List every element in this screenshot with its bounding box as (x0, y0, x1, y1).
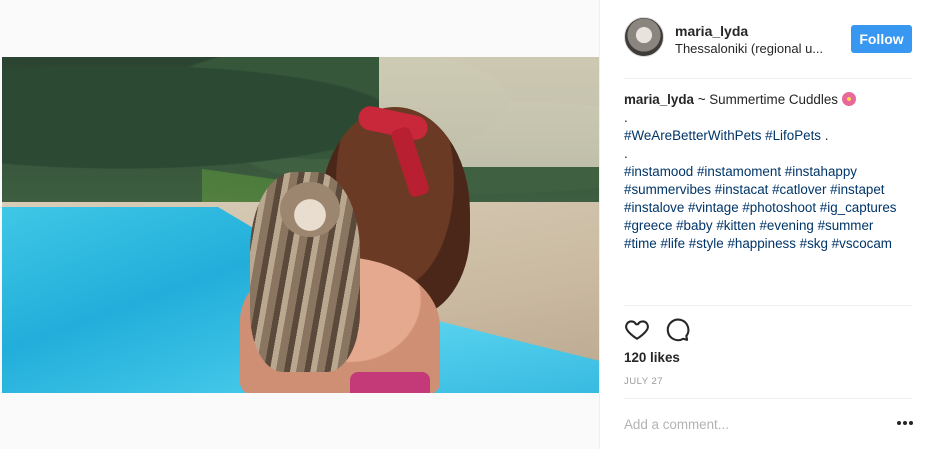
caption-hashtags[interactable]: #summervibes #instacat #catlover #instap… (624, 181, 916, 199)
post-actions (624, 316, 704, 342)
caption-line: . (624, 146, 628, 161)
post-photo[interactable] (2, 57, 599, 393)
photo-kitten-face (280, 182, 340, 237)
caption-hashtags[interactable]: #time #life #style #happiness #skg #vsco… (624, 235, 916, 253)
caption-username[interactable]: maria_lyda (624, 92, 694, 107)
location-link[interactable]: Thessaloniki (regional u... (675, 41, 845, 56)
comment-divider (624, 398, 912, 399)
caption-line: #WeAreBetterWithPets #LifoPets . (624, 127, 916, 145)
hibiscus-flower-icon (841, 91, 857, 107)
caption-hashtags[interactable]: #WeAreBetterWithPets #LifoPets (624, 128, 821, 143)
caption-hashtags[interactable]: #instamood #instamoment #instahappy (624, 163, 916, 181)
post-caption: maria_lyda ~ Summertime Cuddles . #WeAre… (624, 91, 916, 253)
caption-hashtags[interactable]: #greece #baby #kitten #evening #summer (624, 217, 916, 235)
actions-divider (624, 305, 912, 306)
caption-dot: . (824, 128, 829, 143)
post-side-panel: maria_lyda Thessaloniki (regional u... F… (599, 0, 931, 449)
caption-hashtags[interactable]: #instalove #vintage #photoshoot #ig_capt… (624, 199, 916, 217)
instagram-post-view: maria_lyda Thessaloniki (regional u... F… (0, 0, 931, 449)
post-media-area (0, 0, 599, 449)
heart-outline-icon[interactable] (624, 316, 650, 342)
more-options-icon[interactable] (893, 412, 917, 434)
comment-outline-icon[interactable] (664, 316, 690, 342)
post-header: maria_lyda Thessaloniki (regional u... F… (600, 0, 931, 78)
likes-count[interactable]: 120 likes (624, 350, 680, 365)
comment-input[interactable] (624, 413, 884, 435)
caption-line: . (624, 110, 628, 125)
caption-text: ~ Summertime Cuddles (693, 92, 838, 107)
header-divider (624, 78, 912, 79)
photo-swimsuit (350, 372, 430, 393)
post-date: JULY 27 (624, 376, 664, 387)
photo-person-with-kitten (240, 103, 470, 393)
username-link[interactable]: maria_lyda (675, 23, 748, 39)
follow-button[interactable]: Follow (851, 25, 912, 53)
avatar[interactable] (624, 17, 664, 57)
